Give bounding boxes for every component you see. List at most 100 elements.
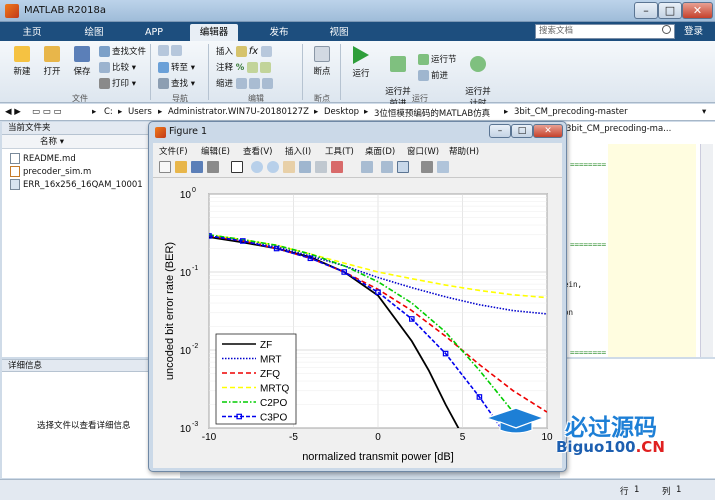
code-line: ========	[570, 240, 607, 249]
tab-view[interactable]: 视图	[315, 24, 363, 41]
details-text: 选择文件以查看详细信息	[37, 421, 131, 431]
run-button[interactable]: 运行	[344, 46, 378, 79]
indent-button[interactable]: 缩进	[216, 77, 275, 89]
comment-button[interactable]: 注释 %	[216, 61, 273, 73]
matlab-logo-icon	[5, 4, 19, 18]
path-segment[interactable]: Desktop	[324, 107, 359, 117]
path-segment[interactable]: Users	[128, 107, 152, 117]
link-icon[interactable]	[361, 161, 373, 173]
path-segment[interactable]: 3位恒模预编码的MATLAB仿真	[374, 107, 490, 119]
editor-panel[interactable]: 3bit_CM_precoding-ma... ======== =======…	[560, 122, 715, 357]
tab-apps[interactable]: APP	[130, 24, 178, 41]
print-icon[interactable]	[207, 161, 219, 173]
y-tick-exponent: -2	[192, 343, 198, 350]
m-file-icon	[10, 166, 20, 177]
indent-icon	[235, 78, 247, 89]
menu-window[interactable]: 窗口(W)	[407, 145, 439, 157]
print-button[interactable]: 打印 ▾	[99, 77, 136, 89]
row-label: 行	[620, 487, 629, 497]
advance-icon	[418, 70, 429, 81]
status-bar: 行 1 列 1	[0, 479, 715, 500]
search-input[interactable]: 搜索文档	[535, 24, 675, 39]
path-sep-icon: ▸	[118, 107, 123, 117]
tab-plots[interactable]: 绘图	[70, 24, 118, 41]
pan-icon[interactable]	[283, 161, 295, 173]
col-value: 1	[676, 485, 682, 495]
rotate-icon[interactable]	[299, 161, 311, 173]
show-tools-icon[interactable]	[437, 161, 449, 173]
editor-scrollbar[interactable]	[700, 144, 713, 357]
new-button[interactable]: 新建	[8, 46, 36, 77]
menu-insert[interactable]: 插入(I)	[285, 145, 311, 157]
group-label-run: 运行	[412, 94, 428, 103]
find-files-button[interactable]: 查找文件	[99, 45, 146, 57]
hide-tools-icon[interactable]	[421, 161, 433, 173]
save-icon[interactable]	[191, 161, 203, 173]
tab-home[interactable]: 主页	[8, 24, 56, 41]
menu-file[interactable]: 文件(F)	[159, 145, 188, 157]
watermark-url: Biguo100.CN	[556, 438, 665, 456]
comment-icon	[246, 62, 258, 73]
uncomment-icon	[259, 62, 271, 73]
run-and-time-button[interactable]: 运行并 计时	[460, 46, 496, 109]
legend: ZF MRT ZFQ MRTQ C2PO C3PO	[215, 333, 297, 425]
minimize-button[interactable]: –	[634, 2, 658, 19]
open-icon[interactable]	[175, 161, 187, 173]
insert-button[interactable]: 插入 fx	[216, 45, 274, 57]
menu-tools[interactable]: 工具(T)	[325, 145, 354, 157]
pointer-icon[interactable]	[231, 161, 243, 173]
y-tick-label: 10	[180, 190, 192, 201]
run-section-button[interactable]: 运行节	[418, 53, 457, 65]
save-button[interactable]: 保存	[68, 46, 96, 77]
chevron-down-icon[interactable]: ▾	[702, 107, 706, 117]
new-figure-icon[interactable]	[159, 161, 171, 173]
figure-minimize-button[interactable]: –	[489, 124, 511, 138]
tab-publish[interactable]: 发布	[255, 24, 303, 41]
path-segment[interactable]: 3bit_CM_precoding-master	[514, 107, 628, 117]
figure-maximize-button[interactable]: □	[511, 124, 533, 138]
list-item[interactable]: README.md	[10, 153, 76, 164]
list-item[interactable]: ERR_16x256_16QAM_10001	[10, 179, 143, 190]
open-button[interactable]: 打开	[38, 46, 66, 77]
zoom-in-icon[interactable]	[251, 161, 263, 173]
legend-icon[interactable]	[397, 161, 409, 173]
login-link[interactable]: 登录	[684, 24, 703, 39]
find-button[interactable]: 查找 ▾	[158, 77, 195, 89]
editor-tab[interactable]: 3bit_CM_precoding-ma...	[566, 124, 671, 134]
ribbon-tab-bar: 主页 绘图 APP 编辑器 发布 视图 搜索文档 登录	[0, 22, 715, 41]
tab-editor[interactable]: 编辑器	[190, 24, 238, 41]
goto-button[interactable]: 转至 ▾	[158, 61, 195, 73]
advance-button[interactable]: 前进	[418, 69, 448, 81]
close-button[interactable]: ✕	[682, 2, 713, 19]
menu-help[interactable]: 帮助(H)	[449, 145, 479, 157]
menu-edit[interactable]: 编辑(E)	[201, 145, 230, 157]
run-time-icon	[470, 56, 486, 72]
address-bar[interactable]: ◀ ▶ ▭ ▭ ▭ ▸ C: ▸ Users ▸ Administrator.W…	[0, 104, 715, 121]
figure-close-button[interactable]: ✕	[533, 124, 563, 138]
nav-back-forward[interactable]	[158, 45, 184, 56]
series-marker-c3po	[511, 443, 515, 447]
path-segment[interactable]: C:	[104, 107, 113, 117]
data-cursor-icon[interactable]	[315, 161, 327, 173]
back-arrow-icon[interactable]: ◀ ▶	[5, 107, 21, 117]
path-segment[interactable]: Administrator.WIN7U-20180127Z	[168, 107, 309, 117]
editor-highlight	[608, 144, 696, 357]
figure-title: Figure 1	[169, 126, 208, 137]
figure-toolbar	[153, 158, 562, 178]
breakpoint-icon	[314, 46, 330, 62]
breakpoints-button[interactable]: 断点	[306, 46, 338, 77]
y-tick-exponent: -3	[192, 421, 198, 428]
brush-icon[interactable]	[331, 161, 343, 173]
search-icon[interactable]	[662, 25, 671, 34]
legend-label-c2po: C2PO	[260, 398, 287, 409]
menu-desktop[interactable]: 桌面(D)	[365, 145, 395, 157]
compare-button[interactable]: 比较 ▾	[99, 61, 136, 73]
run-icon	[353, 46, 369, 64]
zoom-out-icon[interactable]	[267, 161, 279, 173]
maximize-button[interactable]: □	[658, 2, 682, 19]
menu-view[interactable]: 查看(V)	[243, 145, 272, 157]
up-folder-icon[interactable]: ▭ ▭ ▭	[32, 107, 62, 117]
colorbar-icon[interactable]	[381, 161, 393, 173]
path-sep-icon: ▸	[158, 107, 163, 117]
list-item[interactable]: precoder_sim.m	[10, 166, 91, 177]
